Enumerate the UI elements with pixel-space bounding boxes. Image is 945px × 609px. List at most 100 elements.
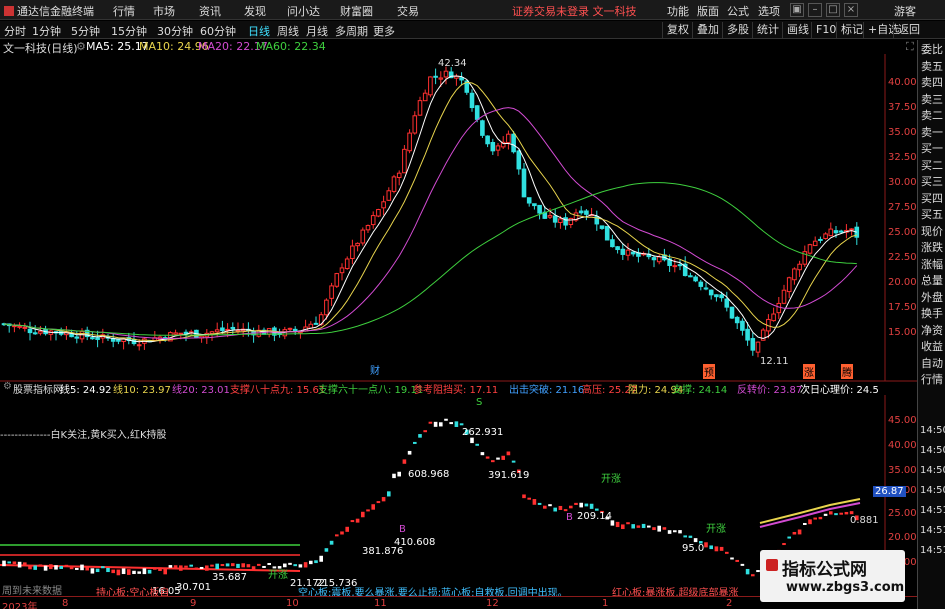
period-60min[interactable]: 60分钟: [200, 23, 236, 39]
right-tab-item[interactable]: 自动: [920, 357, 944, 370]
right-tab-item[interactable]: 净资: [920, 324, 944, 337]
menu-zixun[interactable]: 资讯: [199, 3, 221, 19]
candle-body: [584, 210, 589, 215]
period-more[interactable]: 更多: [373, 23, 395, 39]
period-1min[interactable]: 1分钟: [32, 23, 61, 39]
right-tab-item[interactable]: 买四: [920, 192, 944, 205]
maximize-icon[interactable]: □: [826, 3, 840, 17]
settings-gear-icon[interactable]: ⚙: [76, 40, 86, 53]
sub-indicator-value: 线20: 23.01: [172, 385, 230, 396]
sub-value-label: 95.0: [682, 543, 705, 554]
sub-candle: [745, 568, 750, 575]
guest-label[interactable]: 游客: [894, 3, 916, 19]
candle-body: [12, 325, 17, 328]
expand-icon[interactable]: ⛶: [906, 40, 914, 54]
sub-value-label: 391.619: [488, 470, 530, 481]
period-monthly[interactable]: 月线: [306, 23, 328, 39]
candle-body: [422, 92, 428, 102]
menu-gongneng[interactable]: 功能: [667, 3, 689, 19]
sub-candle: [267, 562, 271, 565]
sub-candle: [298, 564, 303, 568]
period-5min[interactable]: 5分钟: [71, 23, 100, 39]
right-tab-item[interactable]: 总量: [920, 275, 944, 287]
sub-candle: [231, 563, 235, 567]
menu-jiaoyi[interactable]: 交易: [397, 3, 419, 19]
period-daily[interactable]: 日线: [248, 23, 270, 39]
skin-icon[interactable]: ▣: [790, 3, 804, 17]
right-tab-item[interactable]: 买二: [920, 159, 944, 172]
menu-faxian[interactable]: 发现: [244, 3, 266, 19]
sub-candle: [184, 565, 188, 568]
tool-diejia[interactable]: 叠加: [692, 22, 723, 38]
candle-body: [729, 306, 735, 319]
candle-body: [734, 316, 740, 324]
candle-body: [225, 328, 230, 331]
close-icon[interactable]: ×: [844, 3, 858, 17]
menu-wenxiaoda[interactable]: 问小达: [287, 3, 320, 19]
menu-xuanxiang[interactable]: 选项: [758, 3, 780, 19]
watermark-url: www.zbgs3.com: [786, 580, 905, 595]
sub-candle: [662, 527, 667, 530]
period-weekly[interactable]: 周线: [277, 23, 299, 39]
candle-body: [558, 218, 563, 223]
login-status[interactable]: 证券交易未登录 文一科技: [512, 3, 637, 19]
right-time-item: 14:50: [920, 445, 945, 456]
sub-candle: [64, 564, 69, 567]
tool-fanhui[interactable]: 返回: [893, 22, 924, 38]
right-tab-item[interactable]: 收益: [920, 341, 944, 353]
right-tab-item[interactable]: 委比: [920, 44, 944, 56]
tool-fuquan[interactable]: 复权: [662, 22, 693, 38]
menu-banmian[interactable]: 版面: [697, 3, 719, 19]
period-15min[interactable]: 15分钟: [111, 23, 147, 39]
sub-candle: [532, 499, 537, 505]
ma60-value: MA60: 22.34: [256, 40, 326, 53]
right-tab-item[interactable]: 卖一: [920, 126, 944, 139]
right-tab-item[interactable]: 卖五: [920, 60, 944, 73]
sub-candle: [787, 536, 791, 539]
menu-caifuquan[interactable]: 财富圈: [340, 3, 373, 19]
right-tab-item[interactable]: 外盘: [920, 291, 944, 304]
candle-body: [365, 225, 371, 231]
right-tab-item[interactable]: 涨幅: [920, 258, 944, 271]
minimize-icon[interactable]: –: [808, 3, 822, 17]
menu-hangqing[interactable]: 行情: [113, 3, 135, 19]
right-tab-item[interactable]: 卖四: [920, 77, 944, 89]
sub-indicator-title[interactable]: 股票指标网: [13, 381, 63, 396]
right-tab-item[interactable]: 换手: [920, 308, 944, 320]
sub-legend-line: --------------白K关注,黄K买入,红K持股: [0, 430, 167, 441]
sub-candle: [527, 497, 531, 500]
sub-candle: [782, 543, 786, 546]
tool-tongji[interactable]: 统计: [752, 22, 783, 38]
candle-body: [771, 313, 776, 322]
right-tab-item[interactable]: 买五: [920, 209, 944, 221]
sub-candle: [329, 540, 334, 545]
sub-value-label: 608.968: [408, 469, 450, 480]
right-tab-item[interactable]: 现价: [920, 225, 944, 238]
period-30min[interactable]: 30分钟: [157, 23, 193, 39]
sub-indicator-value: 线10: 23.97: [113, 385, 171, 396]
right-tab-item[interactable]: 行情: [920, 374, 944, 386]
period-fenshi[interactable]: 分时: [4, 23, 26, 39]
sub-candle: [719, 546, 724, 551]
candle-body: [433, 75, 438, 78]
sub-candle: [111, 569, 115, 574]
sub-candle: [693, 538, 698, 543]
sub-settings-icon[interactable]: ⚙: [3, 381, 12, 392]
menu-gongshi[interactable]: 公式: [727, 3, 749, 19]
candle-body: [209, 331, 215, 335]
right-tab-item[interactable]: 卖三: [920, 93, 944, 106]
tool-huaxian[interactable]: 画线: [782, 22, 813, 38]
right-tab-item[interactable]: 卖二: [920, 110, 944, 122]
candle-body: [740, 320, 745, 331]
right-tab-item[interactable]: 涨跌: [920, 242, 944, 254]
candle-body: [537, 204, 542, 214]
right-tab-item[interactable]: 买一: [920, 143, 944, 155]
right-tab-item[interactable]: 买三: [920, 176, 944, 188]
sub-candle: [444, 418, 448, 421]
tool-duogu[interactable]: 多股: [722, 22, 753, 38]
period-multi[interactable]: 多周期: [335, 23, 368, 39]
menu-shichang[interactable]: 市场: [153, 3, 175, 19]
sub-candle: [17, 561, 22, 568]
main-kline-chart[interactable]: [0, 54, 917, 394]
candle-body: [220, 327, 225, 332]
